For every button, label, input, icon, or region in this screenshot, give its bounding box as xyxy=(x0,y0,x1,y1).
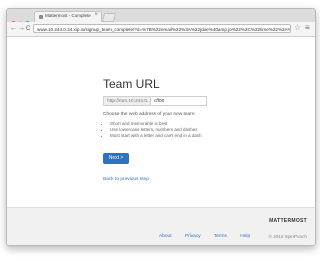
tab-title: Mattermost - Complete Te xyxy=(45,13,91,18)
tab-bar: Mattermost - Complete Te × xyxy=(7,9,315,26)
footer-link-about[interactable]: About xyxy=(159,234,172,239)
favicon-icon xyxy=(39,15,43,19)
forward-arrow-icon[interactable]: → xyxy=(18,24,25,34)
page-title: Team URL xyxy=(103,77,160,91)
back-arrow-icon[interactable]: ← xyxy=(10,24,17,34)
page-footer: MATTERMOST About Privacy Terms Help © 20… xyxy=(7,207,315,245)
next-button[interactable]: Next > xyxy=(103,153,129,164)
page-content: Team URL http://mm.10.244.0... cff00 Cho… xyxy=(7,37,315,245)
rule-item: Must start with a letter and can't end i… xyxy=(110,133,202,139)
bookmark-star-icon[interactable]: ☆ xyxy=(294,23,301,32)
browser-menu-icon[interactable]: ≡ xyxy=(305,23,310,32)
address-bar[interactable]: www.10.244.0.34.xip.io/signup_team_compl… xyxy=(33,24,291,33)
footer-link-privacy[interactable]: Privacy xyxy=(185,234,201,239)
brand-logo: MATTERMOST xyxy=(269,218,307,224)
copyright-text: © 2015 SpinPunch xyxy=(268,234,307,239)
footer-links: About Privacy Terms Help xyxy=(159,234,262,239)
url-rules-list: Short and memorable is best Use lowercas… xyxy=(105,121,202,139)
tab-close-icon[interactable]: × xyxy=(94,12,98,18)
instruction-text: Choose the web address of your new team: xyxy=(103,112,196,117)
new-tab-button[interactable] xyxy=(101,13,117,22)
url-prefix-label: http://mm.10.244.0... xyxy=(103,96,151,106)
browser-window: Mattermost - Complete Te × ← → C www.10.… xyxy=(6,8,316,246)
back-link[interactable]: Back to previous step xyxy=(103,177,149,182)
footer-link-terms[interactable]: Terms xyxy=(214,234,227,239)
footer-link-help[interactable]: Help xyxy=(240,234,250,239)
team-url-input[interactable]: cff00 xyxy=(151,96,207,106)
reload-icon[interactable]: C xyxy=(26,24,30,34)
browser-toolbar: ← → C www.10.244.0.34.xip.io/signup_team… xyxy=(7,22,315,37)
